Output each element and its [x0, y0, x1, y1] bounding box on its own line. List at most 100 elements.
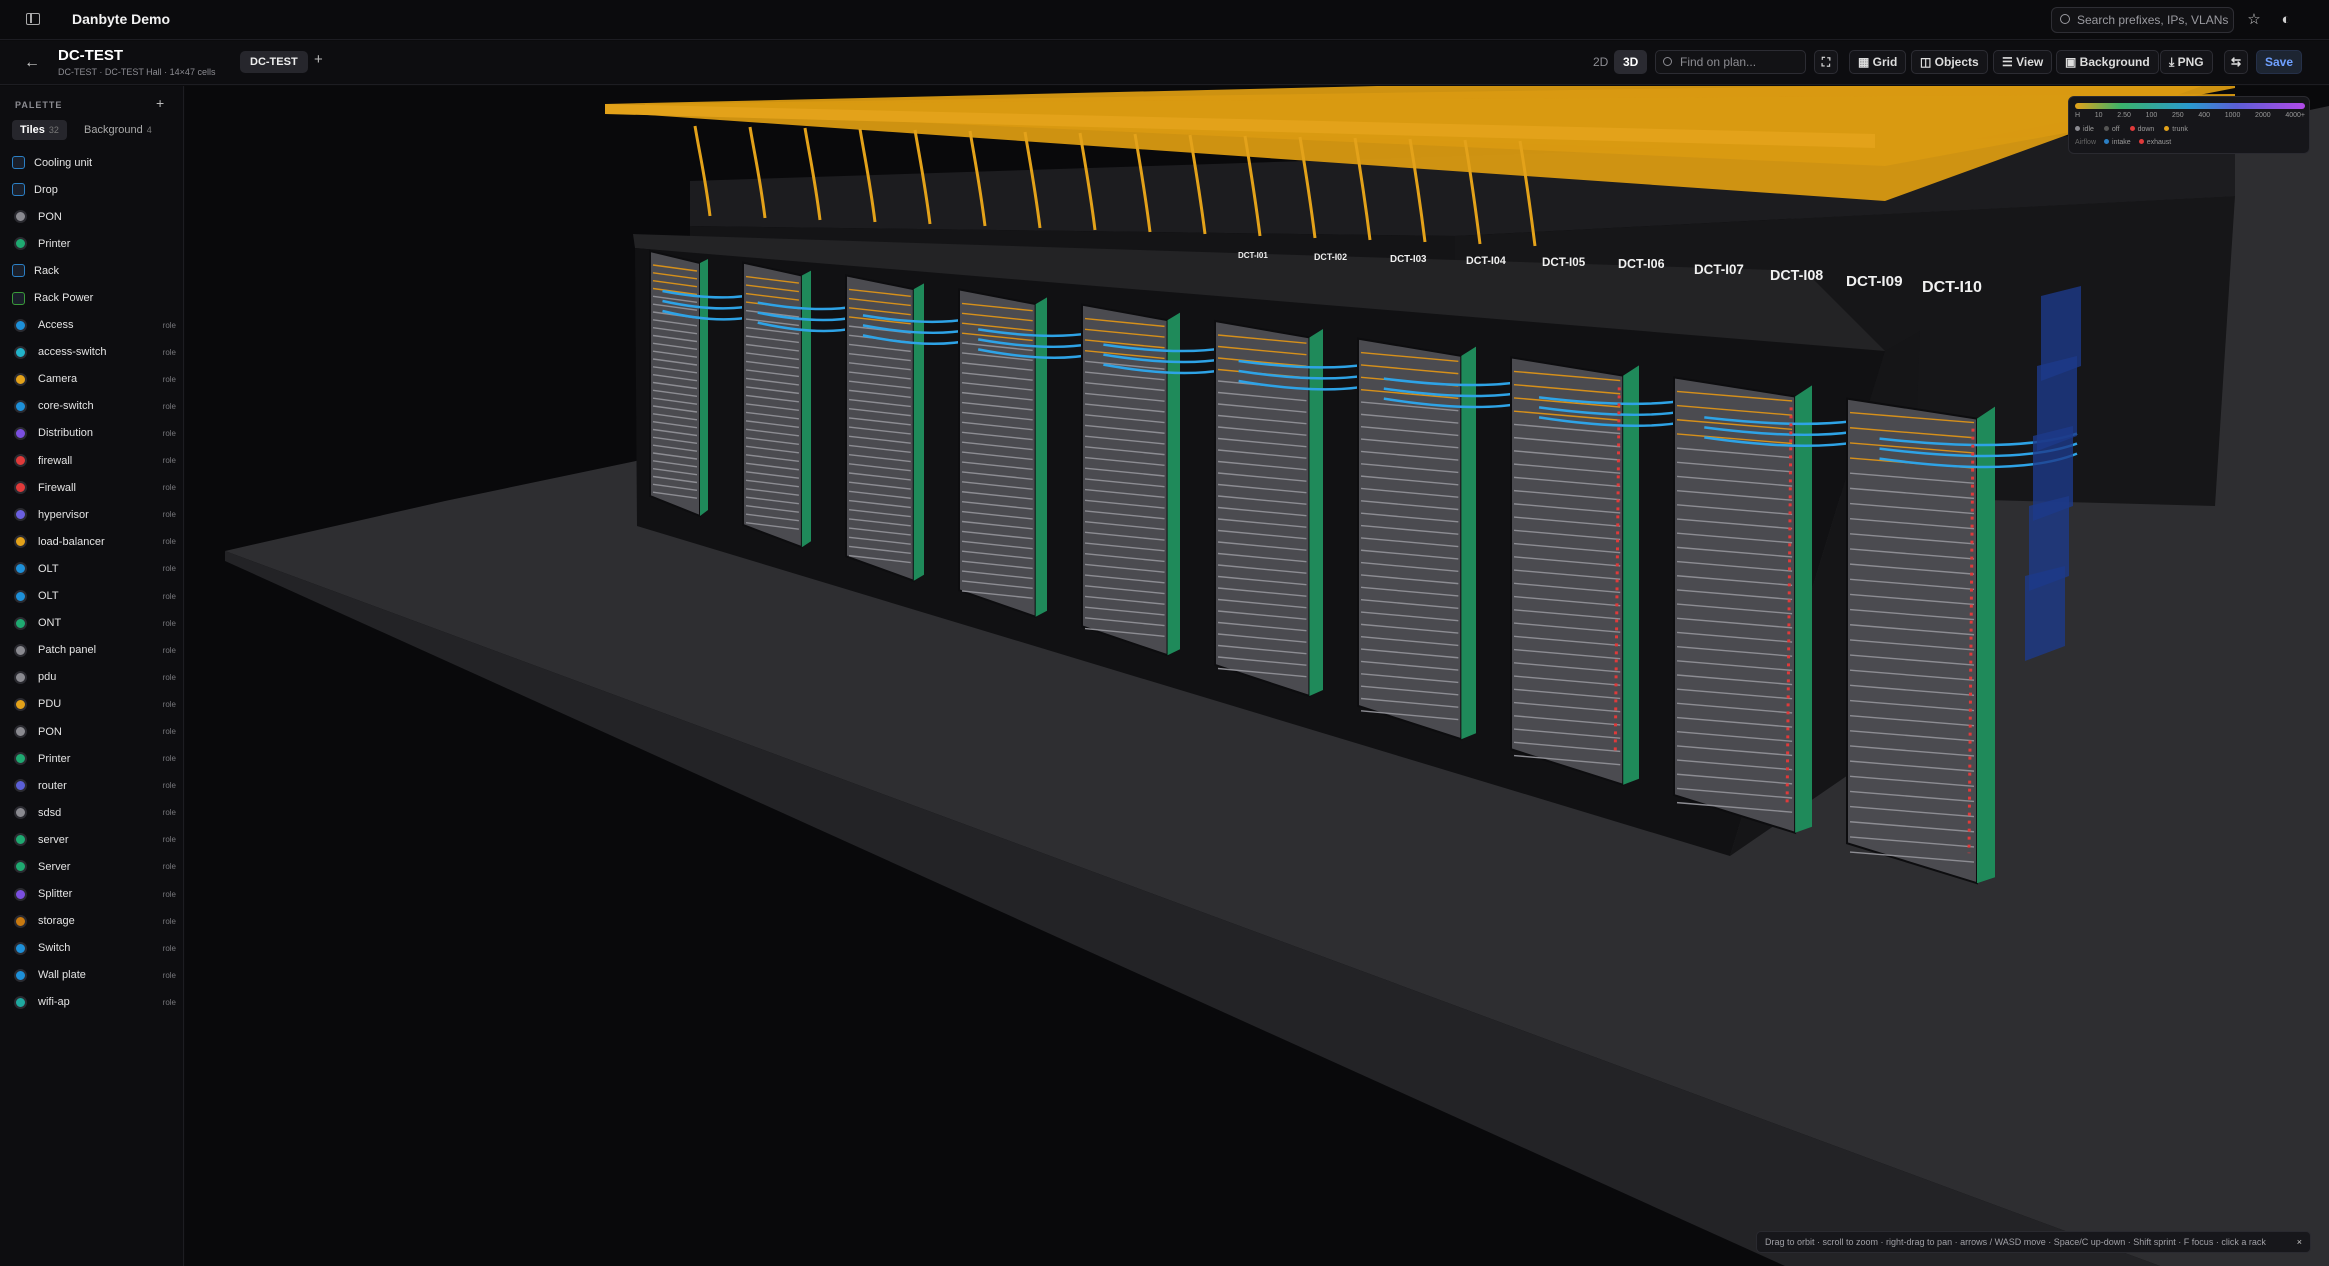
- palette-item[interactable]: OLT role: [12, 583, 176, 610]
- palette-item-label: load-balancer: [38, 535, 105, 548]
- palette-item-label: Server: [38, 860, 71, 873]
- palette-item-role: role: [162, 970, 176, 980]
- palette-list: Cooling unit Drop PON Printer Rack Rack Power…: [12, 149, 176, 1016]
- grid-button[interactable]: ▦ Grid: [1849, 50, 1907, 74]
- legend-status-item: off: [2103, 126, 2120, 133]
- legend-airflow-label: exhaust: [2146, 139, 2172, 146]
- objects-label: Objects: [1934, 55, 1979, 69]
- palette-item[interactable]: sdsd role: [12, 799, 176, 826]
- palette-item-role: role: [162, 835, 176, 845]
- rack-label: DCT-I01: [1238, 251, 1268, 260]
- find-on-plan-input[interactable]: Find on plan...: [1655, 50, 1806, 74]
- settings-sliders-icon[interactable]: ⇆: [2224, 50, 2248, 74]
- palette-item[interactable]: router role: [12, 772, 176, 799]
- palette-item[interactable]: access-switch role: [12, 339, 176, 366]
- palette-item-label: Switch: [38, 942, 71, 955]
- palette-swatch-icon: [14, 806, 27, 820]
- palette-item[interactable]: Cooling unit: [12, 149, 176, 176]
- palette-swatch-icon: [12, 291, 25, 305]
- fullscreen-icon[interactable]: ⛶: [1814, 50, 1838, 74]
- palette-swatch-icon: [12, 156, 25, 170]
- palette-item[interactable]: load-balancer role: [12, 528, 176, 555]
- rack-side-power: [1977, 406, 1995, 884]
- plan-toolbar: ← DC-TEST DC-TEST · DC-TEST Hall · 14×47…: [0, 41, 2329, 85]
- objects-button[interactable]: ◫ Objects: [1911, 50, 1988, 74]
- legend-scale-tick: 100: [2145, 112, 2158, 119]
- global-search-input[interactable]: Search prefixes, IPs, VLANs: [2051, 7, 2234, 33]
- palette-item[interactable]: Distribution role: [12, 420, 176, 447]
- back-arrow-icon[interactable]: ←: [24, 54, 40, 72]
- palette-item[interactable]: firewall role: [12, 447, 176, 474]
- legend-airflow-label: intake: [2112, 139, 2131, 146]
- palette-item[interactable]: Patch panel role: [12, 637, 176, 664]
- legend-status-item: idle: [2075, 126, 2094, 133]
- tab-tiles[interactable]: Tiles 32: [12, 120, 67, 140]
- palette-item[interactable]: Server role: [12, 853, 176, 880]
- palette-item[interactable]: Access role: [12, 312, 176, 339]
- palette-item-label: Camera: [38, 373, 78, 386]
- palette-item[interactable]: Switch role: [12, 935, 176, 962]
- palette-item[interactable]: Firewall role: [12, 474, 176, 501]
- rack-label: DCT-I09: [1846, 273, 1903, 290]
- palette-swatch-icon: [12, 183, 25, 197]
- legend-airflow: Airflow intake exhaust: [2075, 139, 2171, 146]
- view-button[interactable]: ☰ View: [1993, 50, 2053, 74]
- palette-swatch-icon: [14, 643, 27, 657]
- palette-item[interactable]: server role: [12, 826, 176, 853]
- status-dot-icon: [2075, 126, 2080, 131]
- legend-scale-tick: 250: [2171, 112, 2184, 119]
- rack-side-power: [913, 283, 924, 581]
- palette-item[interactable]: hypervisor role: [12, 501, 176, 528]
- palette-item[interactable]: wifi-ap role: [12, 989, 176, 1016]
- palette-item[interactable]: Drop: [12, 176, 176, 203]
- png-export-button[interactable]: ⤓ PNG: [2160, 50, 2213, 74]
- palette-item-label: Wall plate: [38, 969, 86, 982]
- search-icon: [2060, 14, 2070, 24]
- palette-item[interactable]: Wall plate role: [12, 962, 176, 989]
- palette-swatch-icon: [14, 887, 27, 901]
- palette-item[interactable]: Rack: [12, 257, 176, 284]
- palette-item-role: role: [162, 699, 176, 709]
- tab-background[interactable]: Background 4: [76, 120, 160, 140]
- save-button[interactable]: Save: [2256, 50, 2303, 74]
- palette-item[interactable]: pdu role: [12, 664, 176, 691]
- airflow-dot-icon: [2138, 139, 2144, 144]
- mode-2d-button[interactable]: 2D: [1584, 50, 1617, 74]
- palette-item[interactable]: PDU role: [12, 691, 176, 718]
- airflow-items: intake exhaust: [2104, 139, 2171, 146]
- palette-item[interactable]: PON role: [12, 718, 176, 745]
- scene-svg[interactable]: DCT-G01DCT-G02DCT-G03DCT-G04DCT-G05DCT-G…: [185, 86, 2329, 1266]
- palette-item[interactable]: Printer: [12, 230, 176, 257]
- rack-side-power: [1461, 346, 1476, 740]
- 3d-viewport[interactable]: DCT-G01DCT-G02DCT-G03DCT-G04DCT-G05DCT-G…: [185, 86, 2329, 1266]
- sidebar-toggle-icon[interactable]: [26, 13, 40, 25]
- palette-item-role: role: [162, 754, 176, 764]
- tab-dc-test[interactable]: DC-TEST: [240, 51, 308, 73]
- palette-item[interactable]: ONT role: [12, 610, 176, 637]
- rack-side-power: [1623, 365, 1639, 785]
- add-palette-item-icon[interactable]: +: [156, 95, 164, 111]
- palette-swatch-icon: [14, 318, 27, 332]
- palette-item[interactable]: OLT role: [12, 555, 176, 582]
- add-tab-icon[interactable]: +: [314, 51, 323, 68]
- legend-status-label: off: [2111, 126, 2120, 133]
- background-button[interactable]: ▣ Background: [2056, 50, 2159, 74]
- palette-item[interactable]: Printer role: [12, 745, 176, 772]
- plan-title[interactable]: DC-TEST: [58, 47, 123, 64]
- palette-item[interactable]: Rack Power: [12, 284, 176, 311]
- theme-toggle-icon[interactable]: ◐: [2274, 8, 2298, 32]
- palette-item[interactable]: Splitter role: [12, 881, 176, 908]
- palette-item[interactable]: core-switch role: [12, 393, 176, 420]
- legend-scale-tick: 4000+: [2285, 112, 2305, 119]
- hint-text: Drag to orbit · scroll to zoom · right-d…: [1765, 1237, 2266, 1247]
- palette-swatch-icon: [14, 697, 27, 711]
- rack-side-power: [1309, 329, 1323, 696]
- star-icon[interactable]: ☆: [2242, 8, 2266, 32]
- palette-item[interactable]: storage role: [12, 908, 176, 935]
- palette-item[interactable]: PON: [12, 203, 176, 230]
- palette-swatch-icon: [14, 616, 27, 630]
- close-hint-icon[interactable]: ×: [2297, 1232, 2302, 1252]
- rack-side-power: [801, 270, 811, 548]
- palette-item[interactable]: Camera role: [12, 366, 176, 393]
- mode-3d-button[interactable]: 3D: [1614, 50, 1648, 74]
